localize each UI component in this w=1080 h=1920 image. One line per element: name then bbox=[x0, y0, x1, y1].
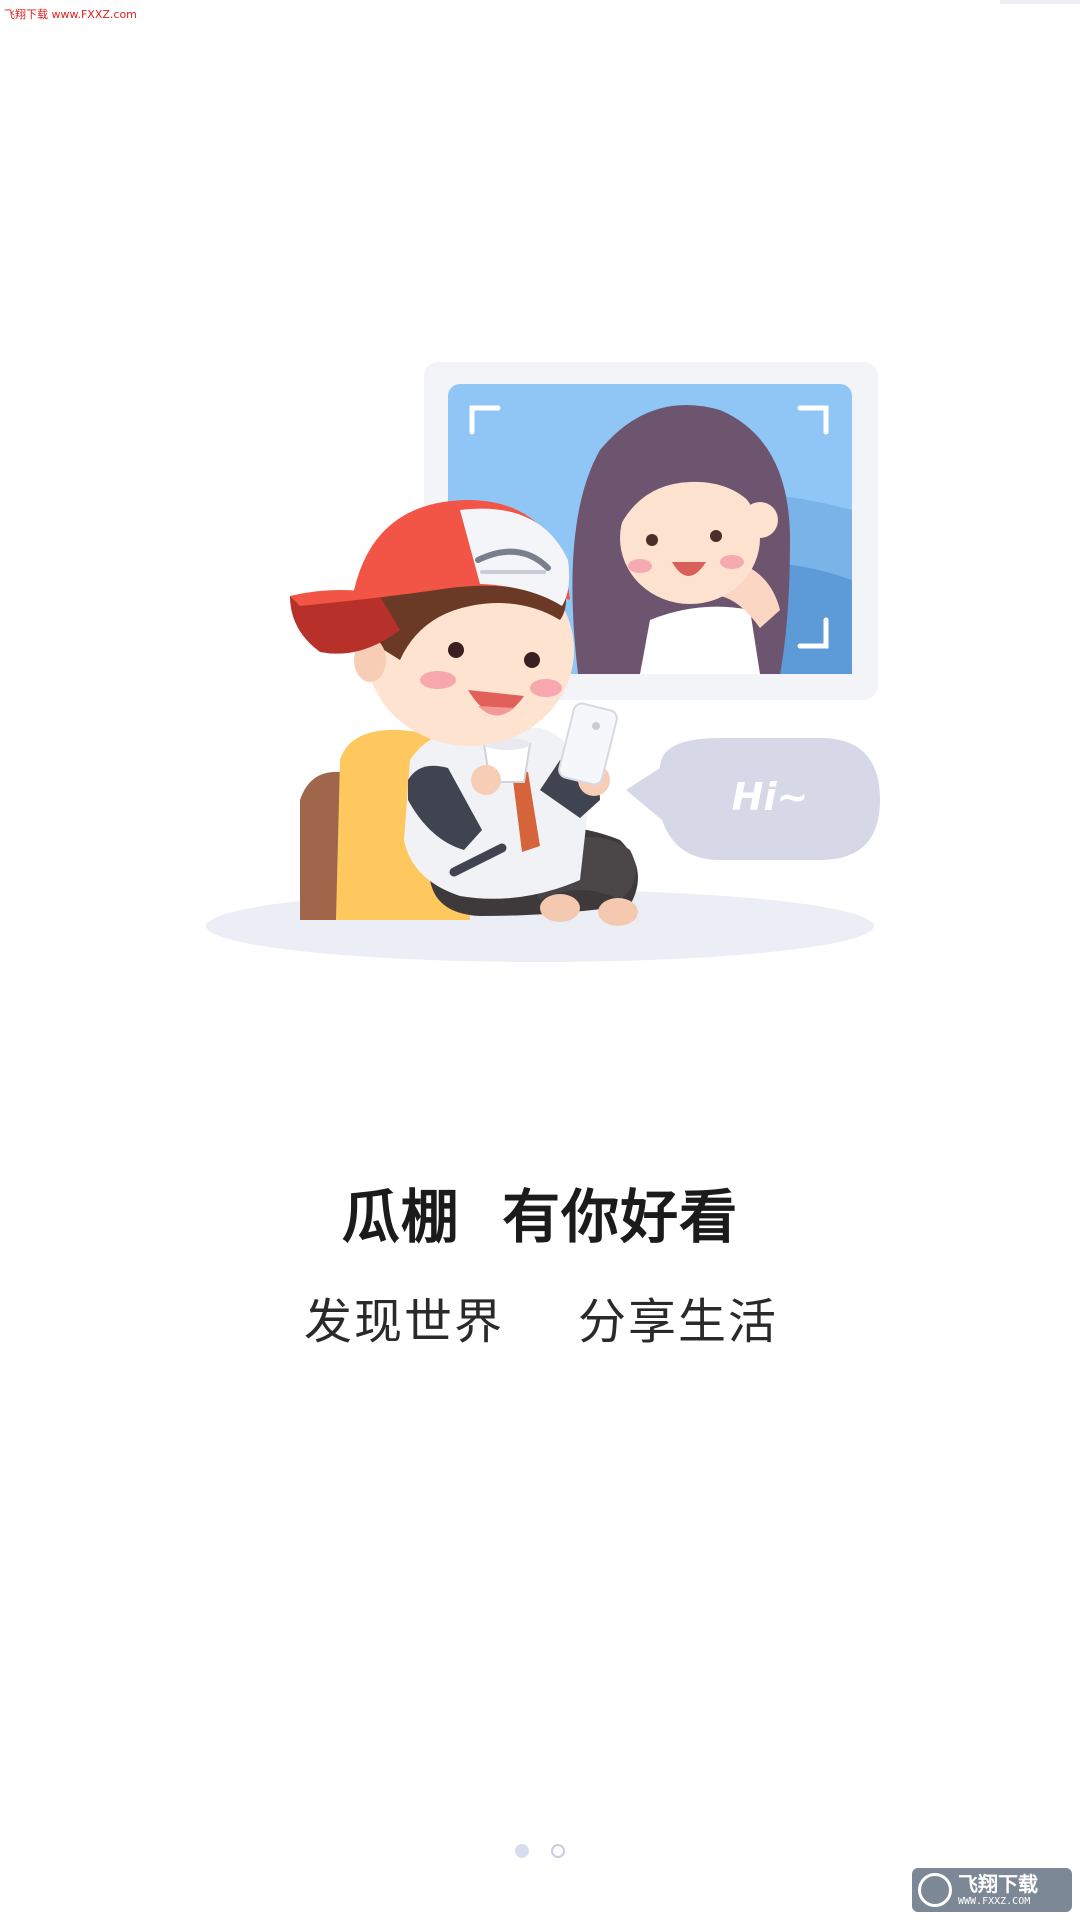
page-dot-1[interactable] bbox=[515, 1844, 529, 1858]
onboarding-page: 飞翔下载 www.FXXZ.com Hi~ 瓜棚 有你好看 发现世界 分享生活 … bbox=[0, 0, 1080, 1920]
slogan-subtitle-right: 分享生活 bbox=[578, 1294, 779, 1350]
slogan-subtitle-left: 发现世界 bbox=[304, 1294, 505, 1350]
watermark-badge-url: WWW.FXXZ.COM bbox=[958, 1895, 1031, 1907]
slogan-title: 瓜棚 有你好看 bbox=[341, 1183, 739, 1251]
speech-bubble: Hi~ bbox=[626, 738, 880, 860]
girl-figure bbox=[572, 405, 790, 674]
watermark-badge: 飞翔下载 WWW.FXXZ.COM bbox=[912, 1868, 1072, 1912]
page-indicator bbox=[0, 1844, 1080, 1858]
page-dot-2[interactable] bbox=[551, 1844, 565, 1858]
fxxz-logo-icon bbox=[918, 1873, 952, 1907]
welcome-illustration: Hi~ bbox=[206, 362, 880, 962]
speech-bubble-text: Hi~ bbox=[732, 775, 809, 819]
watermark-badge-cn: 飞翔下载 bbox=[958, 1871, 1038, 1896]
